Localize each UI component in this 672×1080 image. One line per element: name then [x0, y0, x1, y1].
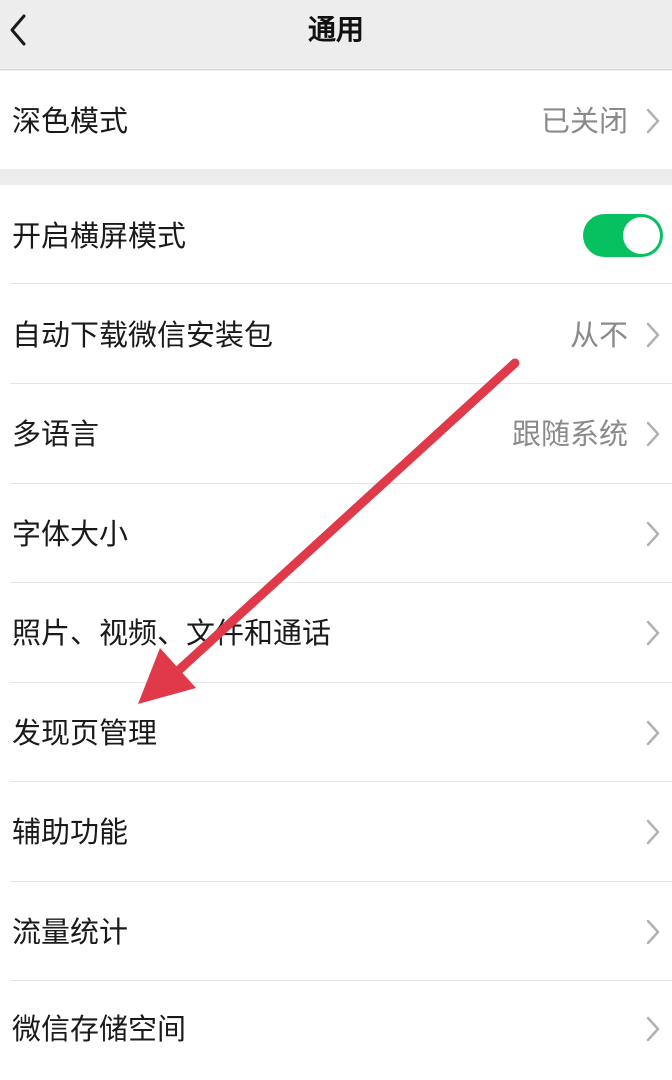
row-wechat-storage[interactable]: 微信存储空间: [0, 981, 672, 1080]
chevron-right-icon: [646, 1016, 660, 1042]
row-discover-management[interactable]: 发现页管理: [0, 683, 672, 782]
nav-bar: 通用: [0, 0, 672, 70]
row-label: 照片、视频、文件和通话: [12, 616, 332, 650]
row-label: 辅助功能: [12, 815, 129, 849]
row-label: 发现页管理: [12, 716, 158, 750]
chevron-right-icon: [646, 620, 660, 646]
row-value: 从不: [569, 318, 628, 352]
row-label: 字体大小: [12, 517, 129, 551]
row-font-size[interactable]: 字体大小: [0, 484, 672, 583]
row-label: 自动下载微信安装包: [12, 318, 274, 352]
row-auto-download[interactable]: 从不 自动下载微信安装包: [0, 284, 672, 383]
row-label: 多语言: [12, 417, 100, 451]
row-label: 微信存储空间: [12, 1012, 187, 1046]
chevron-right-icon: [646, 720, 660, 746]
row-landscape-mode[interactable]: 开启横屏模式: [0, 185, 672, 283]
landscape-toggle[interactable]: [583, 214, 663, 257]
chevron-right-icon: [646, 919, 660, 945]
chevron-right-icon: [646, 521, 660, 547]
row-accessibility[interactable]: 辅助功能: [0, 782, 672, 881]
row-language[interactable]: 多语言 跟随系统: [0, 384, 672, 483]
row-label: 深色模式: [12, 104, 129, 138]
row-traffic-stats[interactable]: 流量统计: [0, 882, 672, 981]
row-media-files-calls[interactable]: 照片、视频、文件和通话: [0, 583, 672, 682]
chevron-right-icon: [646, 819, 660, 845]
row-value: 跟随系统: [511, 417, 628, 451]
toggle-knob: [623, 217, 660, 254]
row-value: 已关闭: [540, 104, 628, 138]
chevron-right-icon: [646, 108, 660, 134]
row-label: 开启横屏模式: [12, 219, 187, 253]
settings-group-general: 开启横屏模式 从不 自动下载微信安装包 多语言 跟随系统 字体大小 照片、视频、…: [0, 185, 672, 1080]
chevron-right-icon: [646, 421, 660, 447]
row-dark-mode[interactable]: 深色模式 已关闭: [0, 71, 672, 169]
page-title: 通用: [307, 13, 364, 46]
row-label: 流量统计: [12, 915, 129, 949]
settings-group-display: 深色模式 已关闭: [0, 71, 672, 169]
chevron-right-icon: [646, 322, 660, 348]
